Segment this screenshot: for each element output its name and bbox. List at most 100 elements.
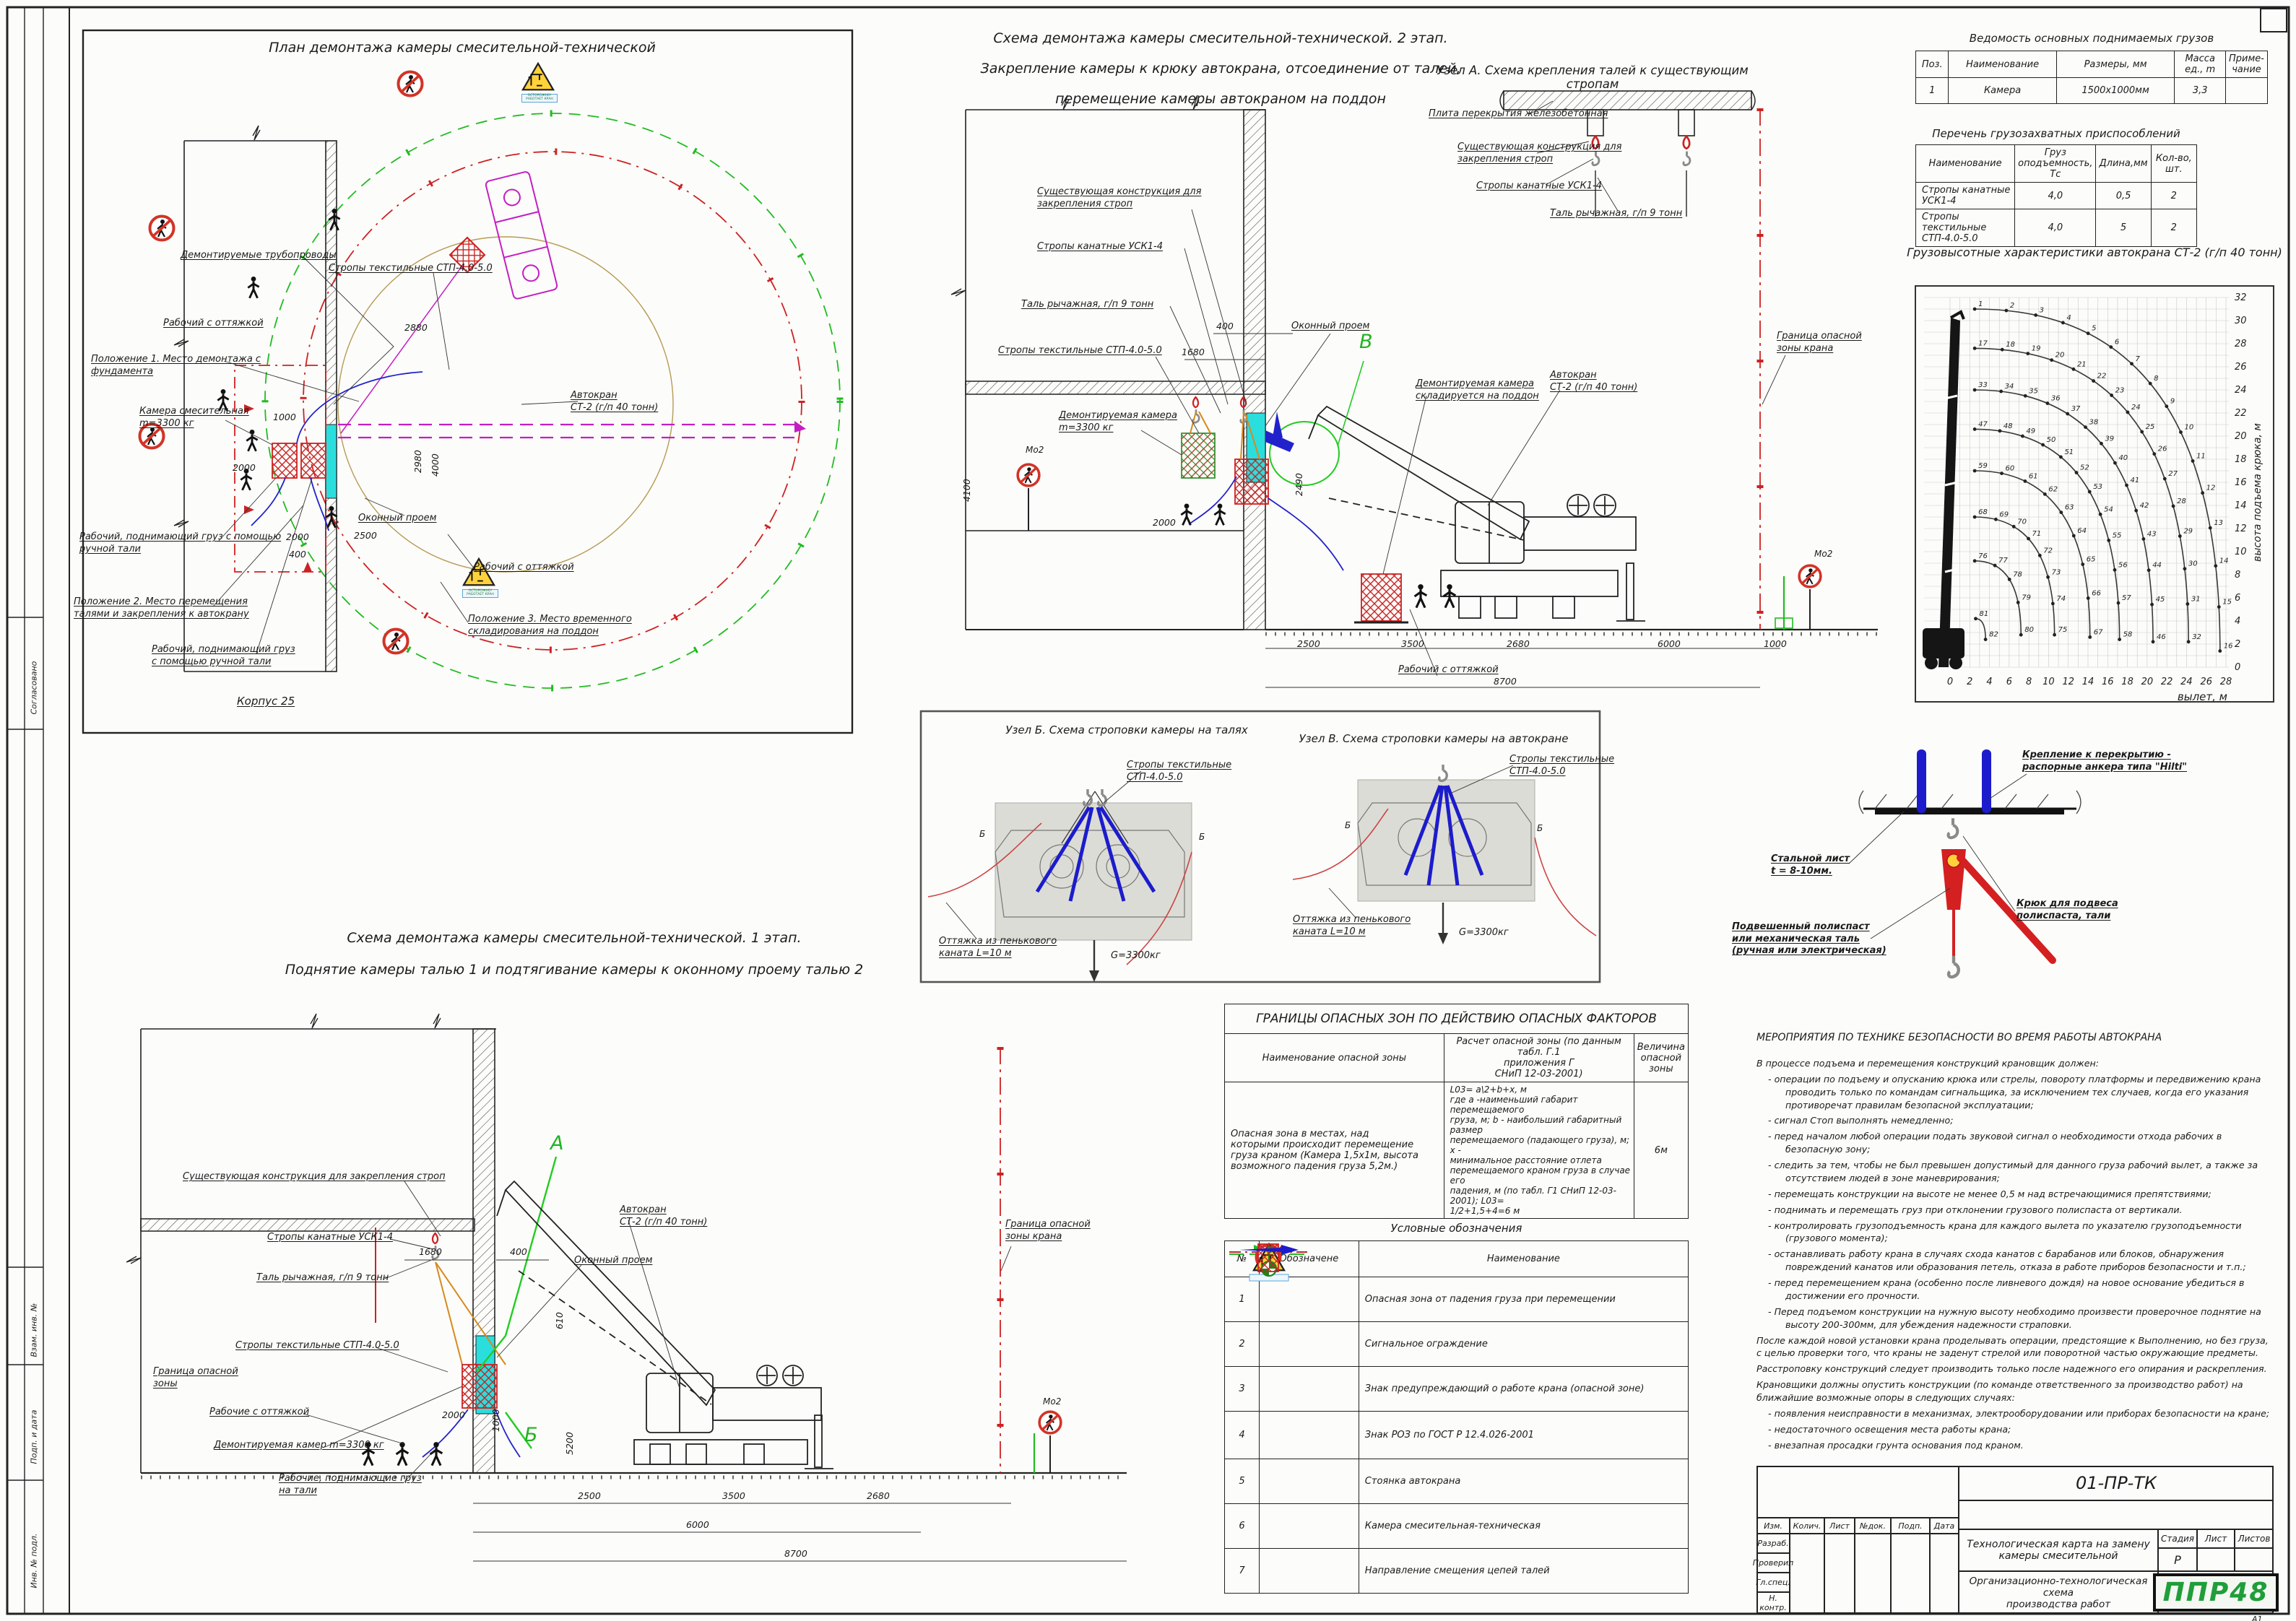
svg-text:71: 71 <box>2032 530 2042 538</box>
svg-text:18: 18 <box>2006 341 2015 349</box>
svg-text:39: 39 <box>2105 435 2114 443</box>
label-stp: Стропы текстильные СТП-4.0-5.0 <box>329 263 493 275</box>
dim: 2490 <box>1294 473 1304 496</box>
svg-text:23: 23 <box>2115 386 2125 394</box>
safety-item: останавливать работу крана в случаях схо… <box>1756 1248 2272 1274</box>
dim: 1680 <box>1182 347 1205 357</box>
stamp-h-listov: Листов <box>2235 1529 2274 1548</box>
safety-para: Расстроповку конструкций следует произво… <box>1756 1363 2272 1376</box>
uzelA-exist: Существующая конструкция для закрепления… <box>1457 142 1621 165</box>
svg-text:9: 9 <box>2170 398 2175 406</box>
warn-plate-text: ОСТОРОЖНО! РАБОТАЕТ КРАН <box>521 94 558 103</box>
label-worker-guy-s2: Рабочий с оттяжкой <box>1398 664 1499 677</box>
svg-text:64: 64 <box>2077 527 2087 535</box>
svg-text:20: 20 <box>2055 352 2065 360</box>
svg-text:25: 25 <box>2146 423 2155 431</box>
cell: Знак предупреждающий о работе крана (опа… <box>1359 1367 1688 1412</box>
stamp-list-value <box>2197 1548 2235 1571</box>
dim: 3500 <box>722 1490 745 1501</box>
label-usk: Стропы канатные УСК1-4 <box>1037 241 1163 253</box>
stamp-grid <box>1756 1466 1959 1518</box>
svg-text:30: 30 <box>2235 316 2247 326</box>
safety-item: поднимать и перемещать груз при отклонен… <box>1756 1204 2272 1217</box>
svg-text:41: 41 <box>2131 477 2140 484</box>
label-camera-pallet: Демонтируемая камера складируется на под… <box>1416 378 1539 402</box>
svg-text:10: 10 <box>2042 677 2055 687</box>
safety-para: После каждой новой установки крана проде… <box>1756 1334 2272 1360</box>
safety-text: МЕРОПРИЯТИЯ ПО ТЕХНИКЕ БЕЗОПАСНОСТИ ВО В… <box>1756 1031 2272 1455</box>
label-worker-hoist2: Рабочий, поднимающий груз с помощью ручн… <box>152 644 295 668</box>
svg-text:69: 69 <box>1999 510 2009 518</box>
cell: Стропы канатные УСК1-4 <box>1916 183 2015 209</box>
cell: Груз оподъемность, Тс <box>2015 145 2096 183</box>
uzelV-markR: Б <box>1537 823 1543 833</box>
safety-item: следить за тем, чтобы не был превышен до… <box>1756 1159 2272 1185</box>
svg-text:32: 32 <box>2192 633 2201 641</box>
svg-text:58: 58 <box>2123 631 2133 639</box>
svg-text:13: 13 <box>2214 519 2223 527</box>
svg-text:16: 16 <box>2235 477 2247 488</box>
dim: 2880 <box>404 322 428 333</box>
dim: 2500 <box>1297 638 1320 649</box>
perechen-title: Перечень грузозахватных приспособлений <box>1915 127 2197 140</box>
s1-wguy: Рабочие с оттяжкой <box>209 1407 309 1419</box>
cell: 2 <box>1225 1322 1260 1367</box>
legend-symbol-noped <box>1259 1367 1359 1412</box>
safety-intro: В процессе подъема и перемещения констру… <box>1756 1057 2272 1070</box>
uzelA-plate: Плита перекрытия железобетонная <box>1429 108 1608 121</box>
svg-text:24: 24 <box>2131 404 2141 412</box>
svg-text:73: 73 <box>2052 568 2061 576</box>
stamp-row: Гл.спец. <box>1756 1573 1790 1592</box>
svg-text:54: 54 <box>2104 505 2113 513</box>
cell: Опасная зона от падения груза при переме… <box>1359 1277 1688 1322</box>
dim: 2500 <box>578 1490 601 1501</box>
load-chart-svg: 0246810121416182022242628024681012141618… <box>1905 254 2281 731</box>
svg-text:76: 76 <box>1978 552 1988 560</box>
svg-text:61: 61 <box>2029 472 2038 480</box>
cell: Кол-во, шт. <box>2151 145 2196 183</box>
s1-exist: Существующая конструкция для закрепления… <box>183 1171 446 1183</box>
cell: Приме- чание <box>2225 51 2267 78</box>
side-label-podp: Подп. и дата <box>30 1385 39 1464</box>
schema2-title1: Схема демонтажа камеры смесительной-техн… <box>917 30 1524 46</box>
legend-symbol-camera <box>1259 1504 1359 1549</box>
svg-text:вылет, м: вылет, м <box>2178 690 2227 703</box>
label-crane2: Автокран СТ-2 (г/п 40 тонн) <box>1550 370 1637 394</box>
svg-text:3: 3 <box>2040 306 2044 314</box>
sheet-format: А1 <box>2252 1615 2263 1621</box>
mark-a: А <box>550 1132 563 1155</box>
svg-text:6: 6 <box>2235 593 2240 604</box>
stamp-col: Изм. <box>1756 1518 1790 1534</box>
dim: 2680 <box>867 1490 890 1501</box>
s1-camera: Демонтируемая камер m=3300 кг <box>214 1440 384 1452</box>
mark-b: Б <box>524 1424 538 1446</box>
uzelV-markL: Б <box>1345 820 1351 830</box>
uzelB-markR: Б <box>1199 832 1205 842</box>
cell: Стоянка автокрана <box>1359 1459 1688 1504</box>
svg-text:12: 12 <box>2235 523 2247 534</box>
svg-text:4: 4 <box>2235 616 2240 627</box>
s1-boundL: Граница опасной зоны <box>153 1366 238 1390</box>
svg-text:46: 46 <box>2157 633 2166 641</box>
label-pos3: Положение 3. Место временного складирова… <box>468 614 632 638</box>
side-label-agreed: Согласовано <box>30 635 39 715</box>
mark-v: В <box>1359 331 1373 353</box>
stamp-listov-value <box>2235 1548 2274 1571</box>
legend-symbol-dangerline <box>1259 1277 1359 1322</box>
cell: Стропы текстильные СТП-4.0-5.0 <box>1916 209 2015 247</box>
svg-text:18: 18 <box>2235 454 2247 465</box>
svg-text:79: 79 <box>2022 594 2031 601</box>
cell <box>2225 78 2267 104</box>
svg-text:20: 20 <box>2141 677 2154 687</box>
danger-table: ГРАНИЦЫ ОПАСНЫХ ЗОН ПО ДЕЙСТВИЮ ОПАСНЫХ … <box>1224 1004 1689 1219</box>
s1-wlift: Рабочие, поднимающие груз на тали <box>279 1473 422 1497</box>
svg-text:18: 18 <box>2121 677 2133 687</box>
s1-boundR: Граница опасной зоны крана <box>1005 1219 1091 1243</box>
danger-title: ГРАНИЦЫ ОПАСНЫХ ЗОН ПО ДЕЙСТВИЮ ОПАСНЫХ … <box>1225 1004 1689 1034</box>
svg-text:30: 30 <box>2188 560 2198 568</box>
cell: 6 <box>1225 1504 1260 1549</box>
legend-table: № Обозначене Наименование 1 Опасная зона… <box>1224 1240 1689 1594</box>
svg-text:42: 42 <box>2140 502 2149 510</box>
svg-text:38: 38 <box>2089 419 2099 427</box>
stamp-code: 01-ПР-ТК <box>1959 1466 2274 1500</box>
